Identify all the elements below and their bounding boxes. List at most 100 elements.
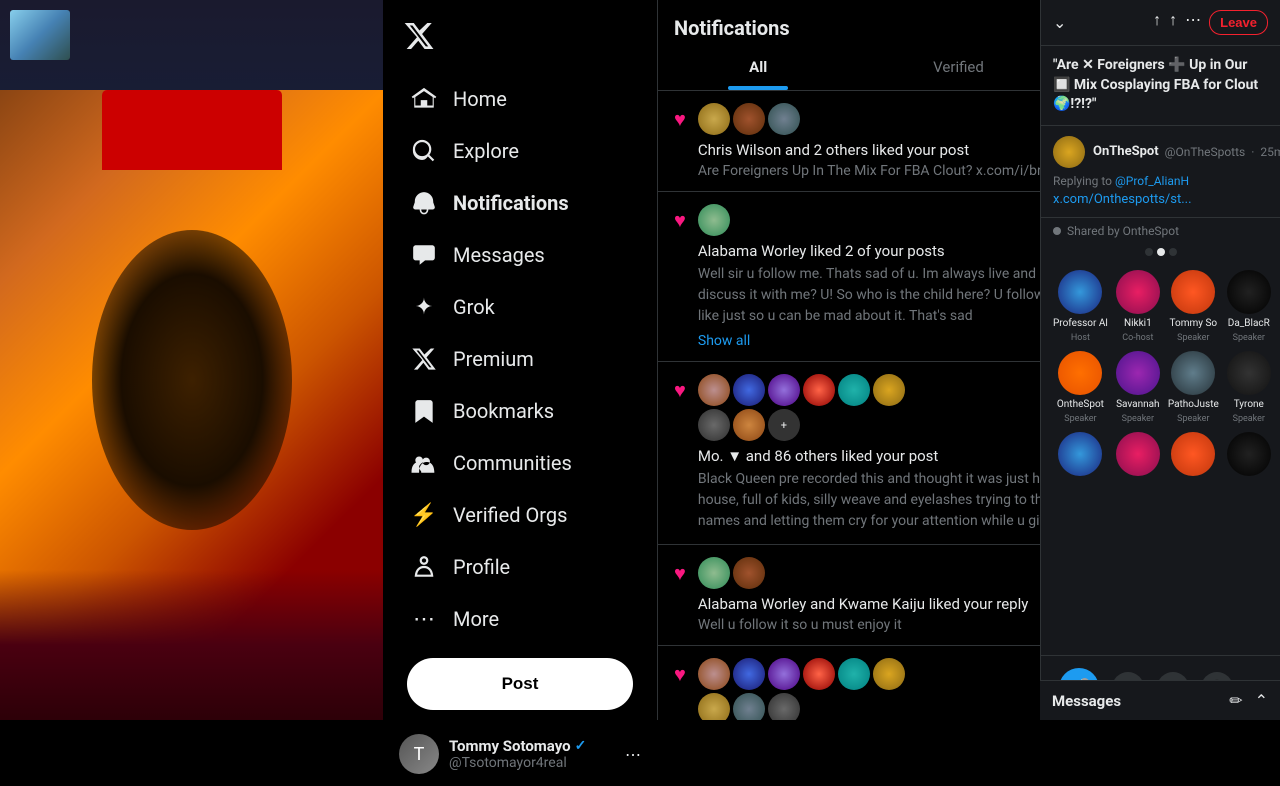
messages-label: Messages <box>453 243 545 267</box>
user-bar[interactable]: T Tommy Sotomayo ✓ @Tsotomayor4real ⋯ <box>383 722 657 786</box>
heart-icon: ♥ <box>674 662 686 687</box>
avatar <box>698 557 730 589</box>
speaker-item[interactable]: Da_BlacR Speaker <box>1227 270 1271 343</box>
avatar <box>803 374 835 406</box>
notification-avatars <box>698 204 918 236</box>
sidebar-item-grok[interactable]: ✦ Grok <box>391 282 649 332</box>
avatar <box>733 409 765 441</box>
avatar <box>1227 351 1271 395</box>
avatar <box>1227 432 1271 476</box>
sidebar-item-messages[interactable]: Messages <box>391 230 649 280</box>
notification-avatars <box>698 103 918 135</box>
tab-verified[interactable]: Verified <box>858 44 1058 90</box>
avatar <box>1053 136 1085 168</box>
premium-label: Premium <box>453 347 534 371</box>
more-icon: ⋯ <box>411 606 437 632</box>
main-nav: Home Explore Notifications Messages ✦ Gr… <box>383 72 657 646</box>
video-overlay-image <box>10 10 70 60</box>
avatar <box>733 374 765 406</box>
expand-icon[interactable]: ⌃ <box>1255 691 1268 710</box>
avatar <box>1116 432 1160 476</box>
avatar <box>733 693 765 720</box>
sidebar-logo[interactable] <box>383 8 657 68</box>
speaker-item[interactable]: Tyrone Speaker <box>1227 351 1271 424</box>
speaker-item[interactable]: PathoJuste Speaker <box>1168 351 1219 424</box>
share-icon[interactable]: ↑ <box>1153 10 1161 35</box>
speaker-item[interactable] <box>1053 432 1108 476</box>
profile-icon <box>411 554 437 580</box>
more-label: More <box>453 607 499 631</box>
replying-to: Replying to @Prof_AlianH <box>1053 174 1268 188</box>
indicator-dot[interactable] <box>1145 248 1153 256</box>
tweet-link[interactable]: x.com/Onthespotts/st... <box>1053 192 1268 207</box>
user-display-name: Tommy Sotomayo ✓ <box>449 737 615 755</box>
sidebar-item-profile[interactable]: Profile <box>391 542 649 592</box>
sidebar-item-communities[interactable]: Communities <box>391 438 649 488</box>
speaker-item[interactable]: OntheSpot Speaker <box>1053 351 1108 424</box>
avatar <box>698 658 730 690</box>
sidebar-item-verified-orgs[interactable]: ⚡ Verified Orgs <box>391 490 649 540</box>
verified-orgs-icon: ⚡ <box>411 502 437 528</box>
avatar <box>768 103 800 135</box>
speaker-item[interactable]: Savannah Speaker <box>1116 351 1160 424</box>
speaker-item[interactable] <box>1116 432 1160 476</box>
avatar: T <box>399 734 439 774</box>
sidebar-item-bookmarks[interactable]: Bookmarks <box>391 386 649 436</box>
speakers-grid: Professor Al Host Nikki1 Co-host Tommy S… <box>1041 260 1280 486</box>
space-panel: ⌄ ↑ ↑ ⋯ Leave "Are ✕ Foreigners ➕ Up in … <box>1040 0 1280 720</box>
speaker-item[interactable] <box>1227 432 1271 476</box>
home-label: Home <box>453 87 507 111</box>
speaker-role: Speaker <box>1122 414 1154 424</box>
speaker-item[interactable]: Nikki1 Co-host <box>1116 270 1160 343</box>
notification-avatars <box>698 557 918 589</box>
avatar <box>1116 270 1160 314</box>
speaker-name: Nikki1 <box>1116 318 1160 329</box>
avatar <box>803 658 835 690</box>
indicator-dot[interactable] <box>1169 248 1177 256</box>
shared-dot-icon <box>1053 227 1061 235</box>
post-button[interactable]: Post <box>407 658 633 710</box>
speaker-name: PathoJuste <box>1168 399 1219 410</box>
sidebar-item-notifications[interactable]: Notifications <box>391 178 649 228</box>
heart-icon: ♥ <box>674 208 686 233</box>
speaker-role: Speaker <box>1177 414 1209 424</box>
speaker-item[interactable] <box>1168 432 1219 476</box>
avatar <box>1058 270 1102 314</box>
avatar <box>698 204 730 236</box>
speaker-role: Speaker <box>1064 414 1096 424</box>
sidebar-item-home[interactable]: Home <box>391 74 649 124</box>
compose-message-icon[interactable]: ✏ <box>1229 691 1242 710</box>
avatar <box>1227 270 1271 314</box>
sidebar: Home Explore Notifications Messages ✦ Gr… <box>383 0 658 720</box>
messages-bar: Messages ✏ ⌃ <box>1040 680 1280 720</box>
communities-label: Communities <box>453 451 572 475</box>
chevron-down-icon[interactable]: ⌄ <box>1053 13 1066 32</box>
avatar <box>733 658 765 690</box>
tab-all[interactable]: All <box>658 44 858 90</box>
speaker-item[interactable]: Tommy So Speaker <box>1168 270 1219 343</box>
speaker-name: Tyrone <box>1227 399 1271 410</box>
speaker-name: Da_BlacR <box>1227 318 1271 329</box>
avatar <box>873 374 905 406</box>
more-options-icon[interactable]: ⋯ <box>1185 10 1201 35</box>
leave-button[interactable]: Leave <box>1209 10 1268 35</box>
avatar <box>698 409 730 441</box>
indicator-dot-active[interactable] <box>1157 248 1165 256</box>
speaker-name: Savannah <box>1116 399 1160 410</box>
video-panel <box>0 0 383 720</box>
avatar <box>1171 432 1215 476</box>
sidebar-item-premium[interactable]: Premium <box>391 334 649 384</box>
avatar <box>1171 351 1215 395</box>
speaker-role: Speaker <box>1233 333 1265 343</box>
avatar <box>698 374 730 406</box>
speaker-role: Co-host <box>1122 333 1153 343</box>
avatar <box>698 103 730 135</box>
verified-badge: ✓ <box>575 738 587 754</box>
notifications-label: Notifications <box>453 191 569 215</box>
upload-icon[interactable]: ↑ <box>1169 10 1177 35</box>
sidebar-item-explore[interactable]: Explore <box>391 126 649 176</box>
sidebar-item-more[interactable]: ⋯ More <box>391 594 649 644</box>
tweet-time: 25m <box>1260 145 1280 159</box>
messages-bar-title: Messages <box>1052 692 1121 710</box>
speaker-item[interactable]: Professor Al Host <box>1053 270 1108 343</box>
